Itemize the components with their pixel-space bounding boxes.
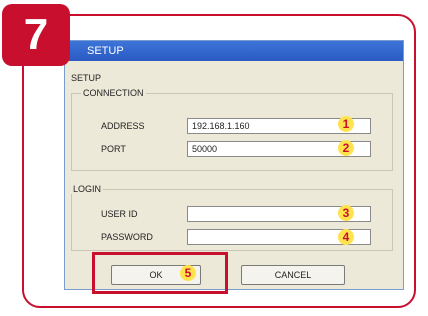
ok-highlight bbox=[92, 252, 228, 294]
port-label: PORT bbox=[101, 144, 126, 154]
address-label: ADDRESS bbox=[101, 121, 145, 131]
marker-3: 3 bbox=[338, 205, 354, 221]
connection-group-label: CONNECTION bbox=[81, 88, 146, 98]
dialog-titlebar: SETUP bbox=[65, 41, 403, 61]
login-group-label: LOGIN bbox=[71, 184, 104, 194]
password-label: PASSWORD bbox=[101, 232, 153, 242]
marker-5: 5 bbox=[180, 265, 196, 281]
marker-4: 4 bbox=[338, 229, 354, 245]
section-title: SETUP bbox=[71, 73, 102, 83]
cancel-button[interactable]: CANCEL bbox=[241, 265, 345, 285]
user-id-label: USER ID bbox=[101, 209, 138, 219]
marker-1: 1 bbox=[338, 116, 354, 132]
marker-2: 2 bbox=[338, 140, 354, 156]
step-badge: 7 bbox=[2, 4, 70, 66]
